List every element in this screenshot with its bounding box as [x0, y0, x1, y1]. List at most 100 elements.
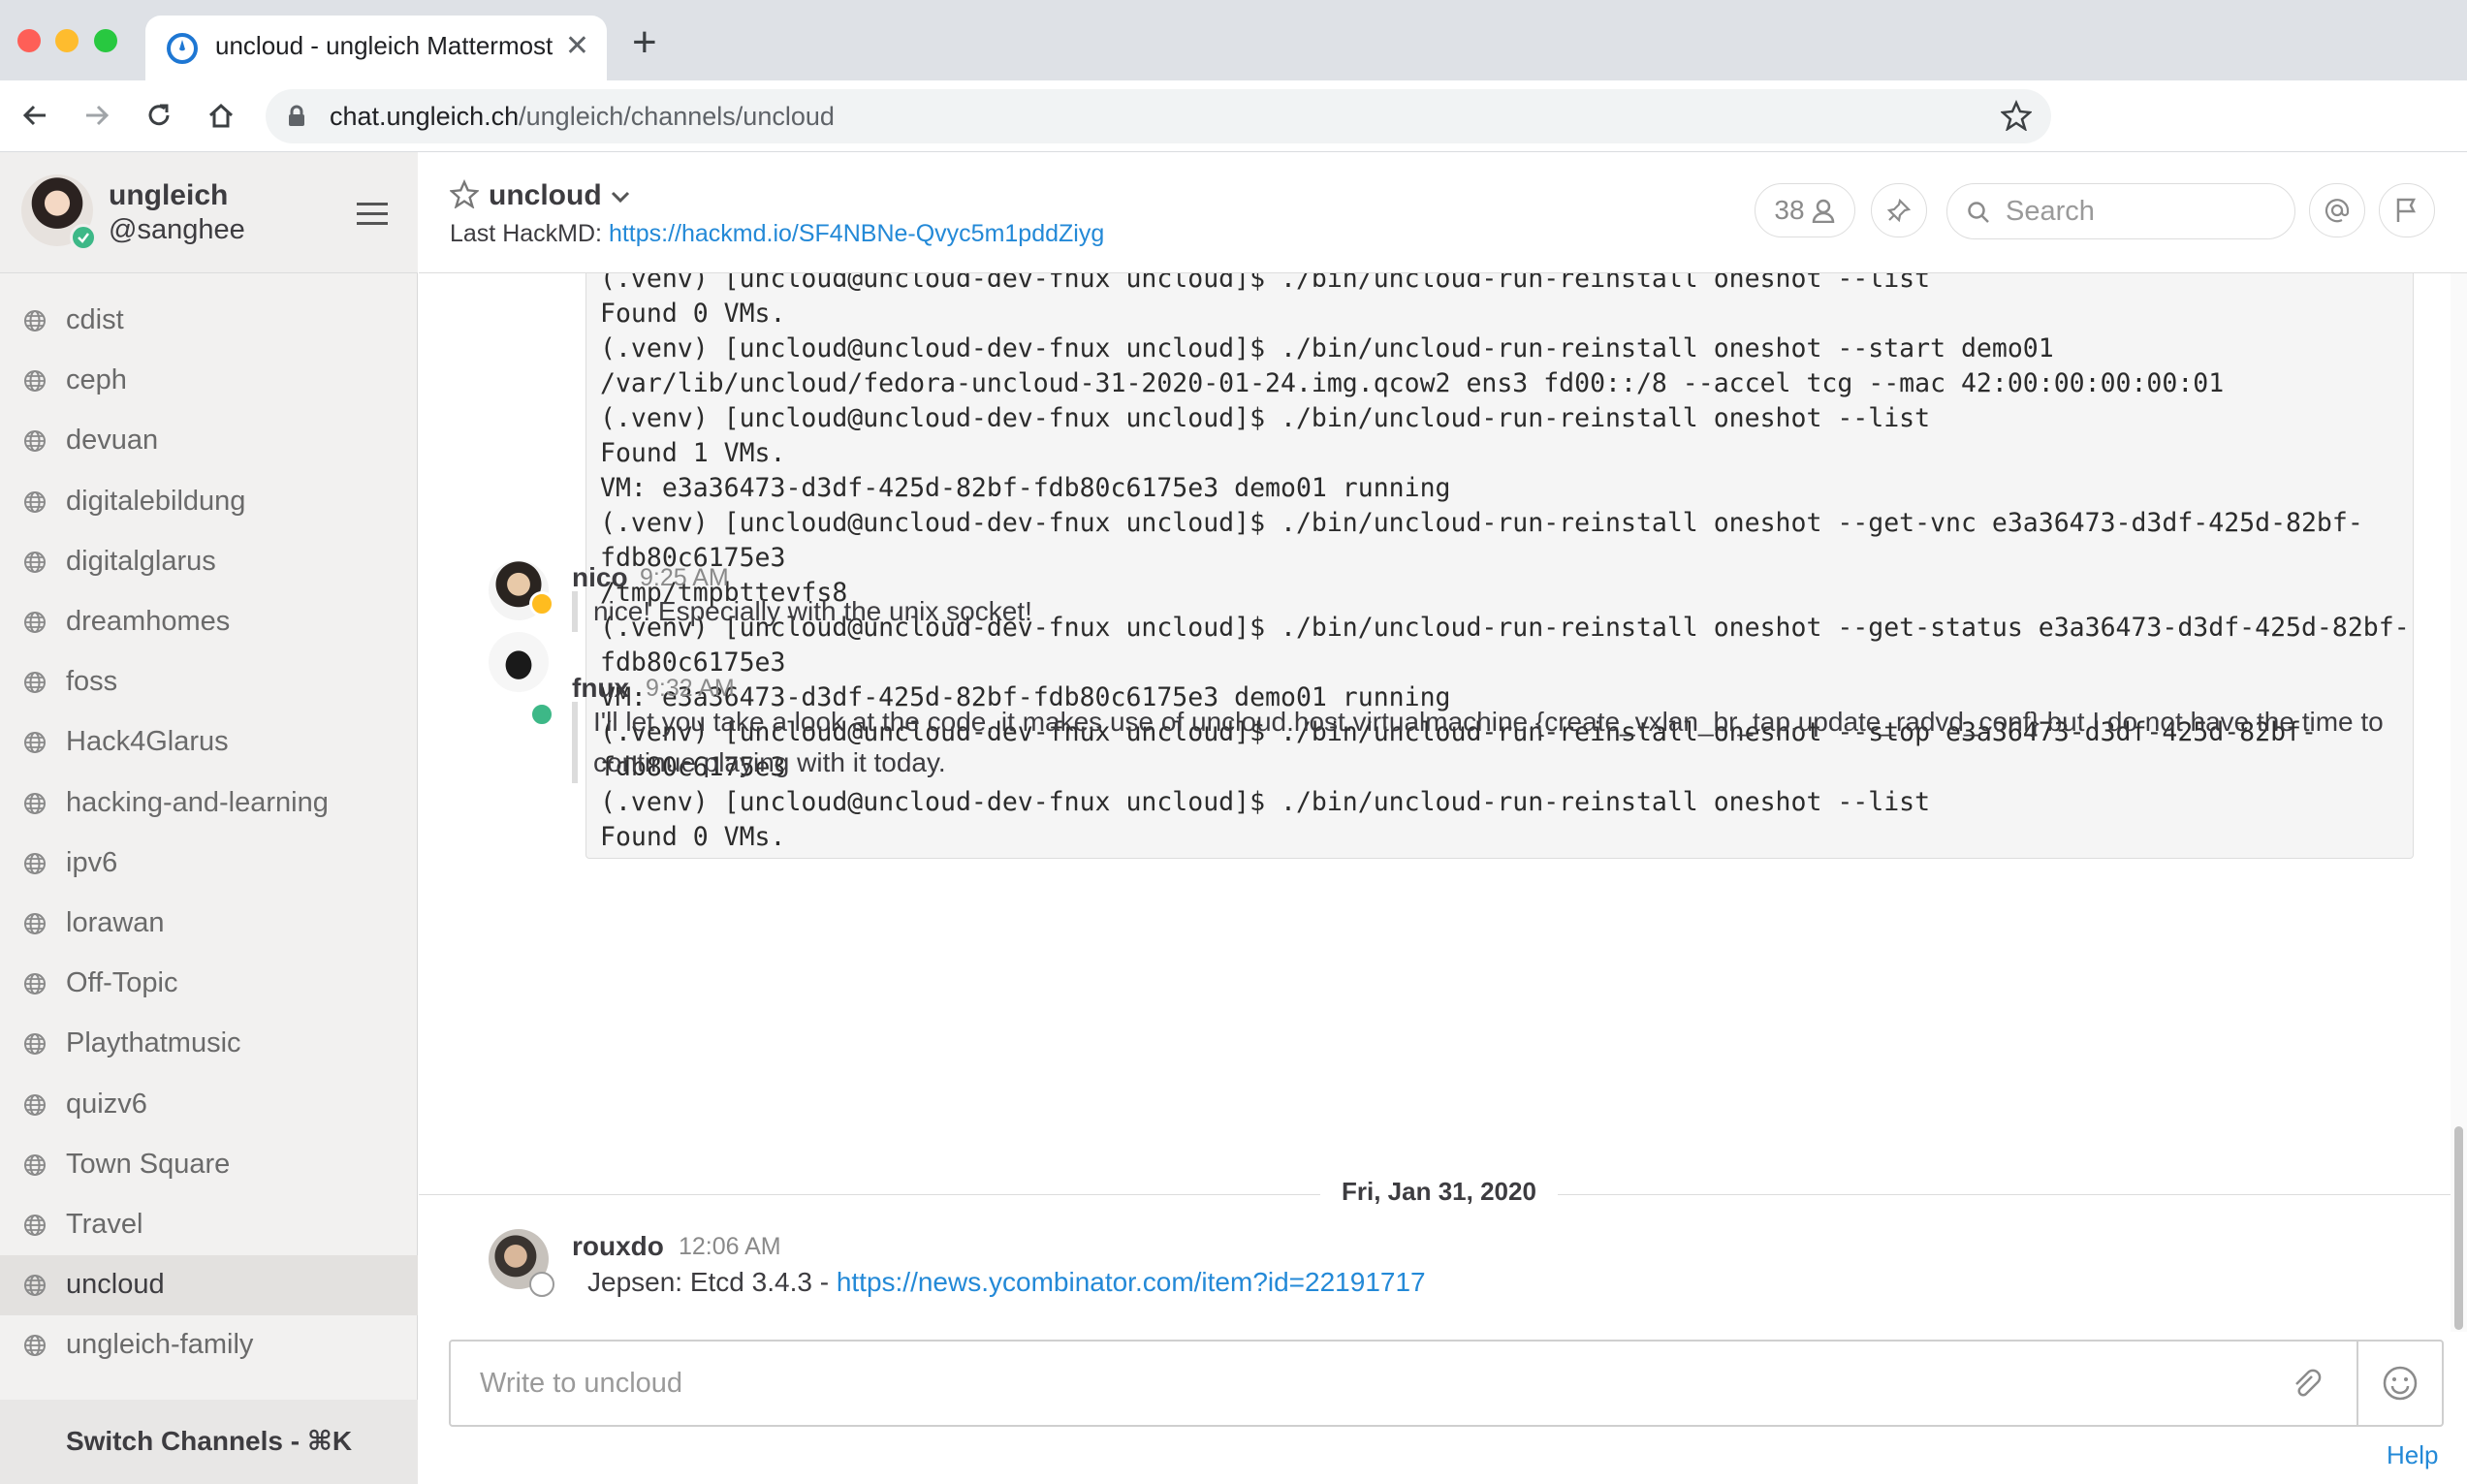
- sidebar-item-label: Town Square: [66, 1148, 231, 1180]
- sidebar-item-foss[interactable]: foss: [0, 652, 418, 712]
- sidebar: ungleich @sanghee cdist ceph devuan digital…: [0, 152, 418, 1484]
- paperclip-icon[interactable]: [2289, 1367, 2324, 1402]
- code-line: (.venv) [uncloud@uncloud-dev-fnux unclou…: [600, 333, 2054, 363]
- sidebar-item-hack4glarus[interactable]: Hack4Glarus: [0, 712, 418, 773]
- recent-mentions-button[interactable]: [2309, 183, 2365, 237]
- main-menu-icon[interactable]: [357, 203, 388, 226]
- globe-icon: [24, 852, 46, 874]
- sidebar-item-digitalglarus[interactable]: digitalglarus: [0, 532, 418, 592]
- channel-purpose: Last HackMD: https://hackmd.io/SF4NBNe-Q…: [450, 220, 1105, 247]
- sidebar-item-ceph[interactable]: ceph: [0, 351, 418, 411]
- channel-list-item[interactable]: [0, 273, 418, 291]
- browser-toolbar: chat.ungleich.ch/ungleich/channels/unclo…: [0, 80, 2467, 152]
- hackmd-link[interactable]: https://hackmd.io/SF4NBNe-Qvyc5m1pddZiyg: [609, 220, 1104, 247]
- globe-icon: [24, 1215, 46, 1236]
- code-line: Found 0 VMs.: [600, 822, 786, 852]
- status-away-icon: [529, 591, 554, 616]
- code-line: Found 1 VMs.: [600, 438, 786, 468]
- sidebar-item-travel[interactable]: Travel: [0, 1195, 418, 1255]
- sidebar-item-quizv6[interactable]: quizv6: [0, 1075, 418, 1135]
- sidebar-item-label: Off-Topic: [66, 967, 178, 999]
- message-input[interactable]: Write to uncloud: [480, 1368, 682, 1400]
- tab-close-icon[interactable]: ✕: [565, 29, 589, 63]
- globe-icon: [24, 612, 46, 633]
- member-icon: [1812, 199, 1834, 223]
- sidebar-item-off-topic[interactable]: Off-Topic: [0, 954, 418, 1014]
- sidebar-item-lorawan[interactable]: lorawan: [0, 894, 418, 954]
- sidebar-item-uncloud[interactable]: uncloud: [0, 1255, 418, 1316]
- forward-button[interactable]: [76, 94, 118, 137]
- flag-icon: [2396, 198, 2417, 222]
- browser-tab-bar: uncloud - ungleich Mattermost ✕ +: [0, 0, 2467, 80]
- post-username[interactable]: rouxdo: [572, 1231, 664, 1262]
- mattermost-favicon-icon: [167, 33, 198, 64]
- new-tab-button[interactable]: +: [632, 21, 657, 64]
- globe-icon: [24, 551, 46, 573]
- post-time[interactable]: 12:06 AM: [679, 1233, 781, 1261]
- address-bar[interactable]: chat.ungleich.ch/ungleich/channels/unclo…: [266, 89, 2051, 143]
- post-time[interactable]: 9:32 AM: [646, 675, 735, 703]
- help-link[interactable]: Help: [2387, 1440, 2438, 1470]
- globe-icon: [24, 792, 46, 814]
- scroll-thumb[interactable]: [2454, 1126, 2463, 1330]
- sidebar-item-label: dreamhomes: [66, 606, 231, 637]
- members-button[interactable]: 38: [1755, 183, 1855, 237]
- avatar[interactable]: [489, 632, 549, 692]
- sidebar-item-label: devuan: [66, 425, 159, 457]
- code-line: /var/lib/uncloud/fedora-uncloud-31-2020-…: [600, 368, 2225, 398]
- sidebar-item-town-square[interactable]: Town Square: [0, 1135, 418, 1195]
- sidebar-item-devuan[interactable]: devuan: [0, 411, 418, 471]
- globe-icon: [24, 672, 46, 694]
- search-input[interactable]: Search: [1946, 183, 2295, 239]
- bookmark-star-icon[interactable]: [2001, 100, 2032, 131]
- sidebar-item-label: ceph: [66, 364, 127, 396]
- globe-icon: [24, 1275, 46, 1297]
- code-line: (.venv) [uncloud@uncloud-dev-fnux unclou…: [600, 273, 1931, 294]
- globe-icon: [24, 1093, 46, 1116]
- globe-icon: [24, 732, 46, 754]
- sidebar-item-label: cdist: [66, 304, 124, 335]
- back-button[interactable]: [14, 94, 56, 137]
- sidebar-item-playthatmusic[interactable]: Playthatmusic: [0, 1014, 418, 1074]
- sidebar-item-digitalebildung[interactable]: digitalebildung: [0, 472, 418, 532]
- window-close-button[interactable]: [17, 29, 41, 52]
- sidebar-item-ungleich-family[interactable]: ungleich-family: [0, 1315, 418, 1375]
- home-button[interactable]: [200, 94, 242, 137]
- browser-tab[interactable]: uncloud - ungleich Mattermost ✕: [145, 16, 607, 80]
- sidebar-item-label: hacking-and-learning: [66, 786, 329, 818]
- post-username[interactable]: fnux: [572, 673, 629, 704]
- window-minimize-button[interactable]: [55, 29, 79, 52]
- window-zoom-button[interactable]: [94, 29, 117, 52]
- favorite-star-icon[interactable]: [450, 179, 479, 208]
- sidebar-header[interactable]: ungleich @sanghee: [0, 152, 418, 273]
- channel-name[interactable]: uncloud: [489, 179, 602, 212]
- chevron-down-icon[interactable]: [609, 185, 632, 208]
- post-username[interactable]: nico: [572, 562, 628, 593]
- code-line: (.venv) [uncloud@uncloud-dev-fnux unclou…: [600, 403, 1931, 433]
- globe-icon: [24, 310, 46, 332]
- sidebar-item-label: uncloud: [66, 1269, 165, 1301]
- search-icon: [1968, 202, 1989, 223]
- sidebar-item-dreamhomes[interactable]: dreamhomes: [0, 592, 418, 652]
- post-time[interactable]: 9:25 AM: [640, 564, 729, 592]
- sidebar-item-ipv6[interactable]: ipv6: [0, 834, 418, 894]
- reload-icon: [148, 104, 170, 126]
- sidebar-item-label: digitalebildung: [66, 485, 246, 517]
- sidebar-item-label: Playthatmusic: [66, 1027, 241, 1059]
- flagged-posts-button[interactable]: [2379, 183, 2435, 237]
- post-message: I'll let you take a look at the code, it…: [572, 702, 2414, 783]
- sidebar-item-cdist[interactable]: cdist: [0, 291, 418, 351]
- channel-list: cdist ceph devuan digitalebildung digitalgla…: [0, 273, 418, 1400]
- sidebar-item-label: foss: [66, 666, 118, 698]
- switch-channels-button[interactable]: Switch Channels - ⌘K: [0, 1400, 418, 1484]
- pinned-messages-button[interactable]: [1871, 183, 1927, 237]
- code-line: VM: e3a36473-d3df-425d-82bf-fdb80c6175e3…: [600, 473, 1451, 503]
- scrollbar[interactable]: [2451, 273, 2467, 1332]
- reload-button[interactable]: [138, 94, 180, 137]
- post-link[interactable]: https://news.ycombinator.com/item?id=221…: [837, 1267, 1426, 1297]
- emoji-icon[interactable]: [2382, 1365, 2419, 1402]
- message-composer[interactable]: Write to uncloud: [449, 1340, 2444, 1427]
- sidebar-item-hacking-and-learning[interactable]: hacking-and-learning: [0, 774, 418, 834]
- url-text: chat.ungleich.ch/ungleich/channels/unclo…: [330, 102, 835, 131]
- sidebar-item-label: ungleich-family: [66, 1329, 254, 1361]
